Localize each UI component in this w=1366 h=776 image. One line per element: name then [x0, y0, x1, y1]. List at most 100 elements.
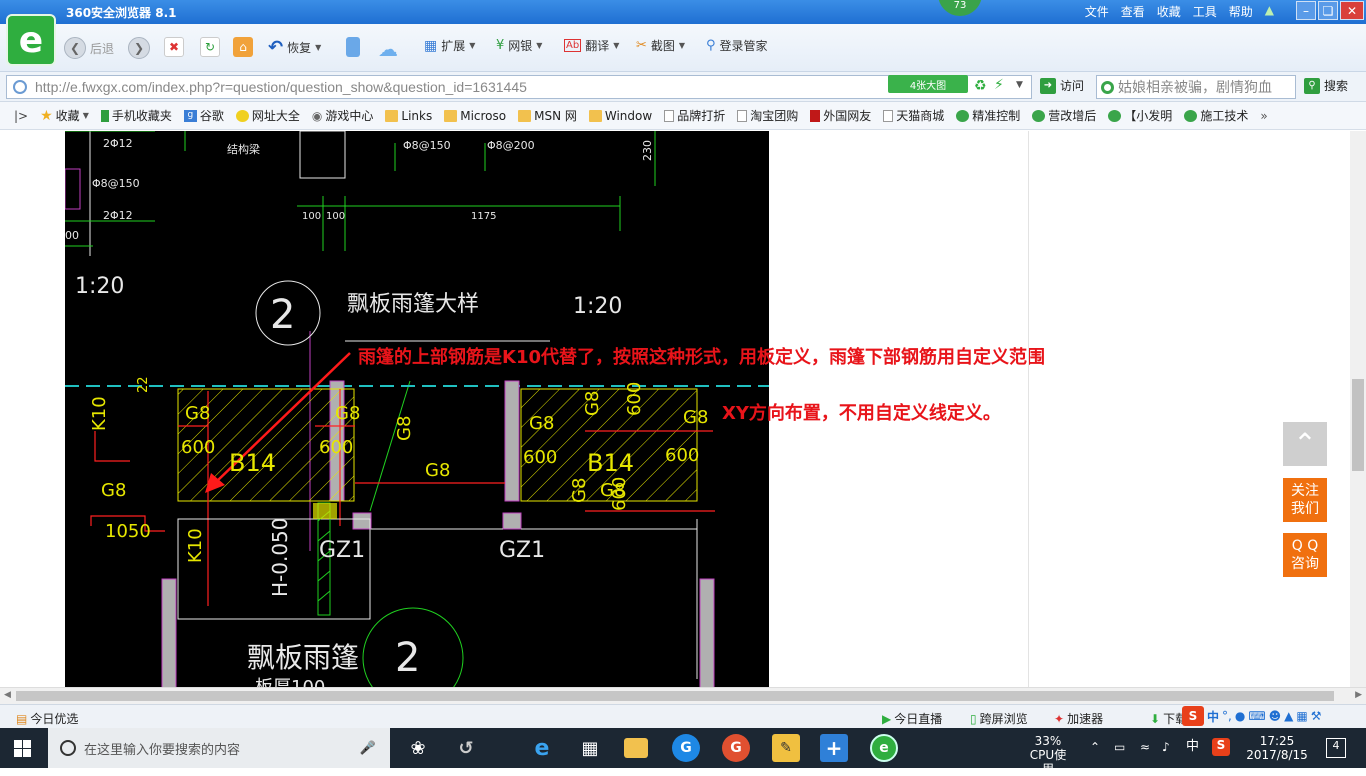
- screenshot-button[interactable]: ✂ 截图 ▼: [636, 37, 685, 54]
- notes-icon[interactable]: ✎: [772, 734, 800, 762]
- content-divider: [1028, 131, 1029, 687]
- forward-button[interactable]: ❯: [128, 37, 150, 59]
- bookmark-item[interactable]: g 谷歌: [183, 107, 224, 124]
- search-input[interactable]: 姑娘相亲被骗，剧情狗血: [1096, 75, 1296, 99]
- bookmark-item[interactable]: 品牌打折: [664, 107, 725, 124]
- windows-start-icon[interactable]: [14, 740, 31, 757]
- follow-us-button[interactable]: 关注 我们: [1283, 478, 1327, 522]
- ime-indicator[interactable]: 中: [1186, 740, 1199, 754]
- bookmark-item[interactable]: 网址大全: [235, 107, 300, 124]
- bookmark-item[interactable]: 天猫商城: [883, 107, 944, 124]
- bookmark-favorites[interactable]: ★ 收藏 ▼: [40, 107, 89, 124]
- qq-consult-button[interactable]: Q Q 咨询: [1283, 533, 1327, 577]
- ime-toolbar[interactable]: S 中 °, ● ⌨ ☻ ▲ ▦ ⚒: [1182, 706, 1322, 726]
- window-controls: – ❏ ✕: [1296, 1, 1364, 20]
- wrench-icon: ⚒: [1310, 709, 1322, 723]
- vertical-scroll-thumb[interactable]: [1352, 379, 1364, 471]
- menu-view[interactable]: 查看: [1121, 3, 1145, 20]
- big-image-button[interactable]: 4张大图: [888, 75, 968, 93]
- restore-button[interactable]: ❏: [1318, 1, 1338, 20]
- bookmark-item[interactable]: 手机收藏夹: [100, 107, 172, 124]
- explorer-icon[interactable]: [624, 738, 648, 758]
- clock[interactable]: 17:25 2017/8/15: [1246, 734, 1308, 762]
- keyboard-icon: ⌨: [1248, 709, 1266, 723]
- home-button[interactable]: ⌂: [233, 37, 253, 57]
- swirl-app-icon[interactable]: ↺: [452, 734, 480, 762]
- sogou-tray-icon[interactable]: S: [1212, 738, 1230, 756]
- page-content: 2Φ12 结构梁 Φ8@150 Φ8@200 230 Φ8@150 2Φ12 0…: [0, 131, 1350, 687]
- lightning-icon[interactable]: ⚡: [994, 77, 1004, 93]
- refresh-button[interactable]: ↻: [200, 37, 220, 57]
- stop-button[interactable]: ✖: [164, 37, 184, 57]
- scroll-right-icon[interactable]: ▶: [1355, 690, 1362, 700]
- taskbar-search[interactable]: 在这里输入你要搜索的内容 🎤: [48, 728, 390, 768]
- accelerator[interactable]: ✦ 加速器: [1054, 710, 1103, 727]
- bookmark-item[interactable]: Links: [385, 109, 432, 123]
- vertical-scrollbar[interactable]: [1350, 131, 1366, 687]
- sidebar-toggle-icon[interactable]: |>: [14, 109, 28, 123]
- search-button[interactable]: ⚲ 搜索: [1304, 77, 1348, 94]
- visit-button[interactable]: ➜ 访问: [1040, 77, 1084, 94]
- bookmark-item[interactable]: MSN 网: [518, 107, 577, 124]
- glodon-icon[interactable]: G: [672, 734, 700, 762]
- login-manager-button[interactable]: ⚲ 登录管家: [706, 37, 768, 54]
- globe-icon: [13, 80, 27, 94]
- menu-tools[interactable]: 工具: [1193, 3, 1217, 20]
- task-view-icon[interactable]: ❀: [404, 734, 432, 762]
- chevron-down-icon[interactable]: ▼: [1016, 80, 1023, 90]
- minimize-button[interactable]: –: [1296, 1, 1316, 20]
- horizontal-scroll-thumb[interactable]: [16, 691, 1334, 701]
- tray-chevron-up-icon[interactable]: ⌃: [1090, 740, 1100, 754]
- restore-tab-button[interactable]: ↶ 恢复 ▼: [268, 37, 321, 58]
- cad-label: 600: [523, 447, 557, 468]
- extend-button[interactable]: ▦ 扩展 ▼: [424, 37, 475, 54]
- translate-button[interactable]: Ab 翻译 ▼: [564, 37, 619, 54]
- cad-label: GZ1: [319, 538, 365, 563]
- cloud-button[interactable]: ☁: [378, 37, 398, 61]
- phone-button[interactable]: [346, 37, 360, 57]
- bookmark-item[interactable]: 外国网友: [810, 107, 871, 124]
- plus-app-icon[interactable]: +: [820, 734, 848, 762]
- phone-icon: [346, 37, 360, 57]
- bookmark-item[interactable]: 【小发明: [1108, 107, 1172, 124]
- glodon-alt-icon[interactable]: G: [722, 734, 750, 762]
- close-button[interactable]: ✕: [1340, 1, 1364, 20]
- cross-screen[interactable]: ▯ 跨屏浏览: [970, 710, 1028, 727]
- menu-favorites[interactable]: 收藏: [1157, 3, 1181, 20]
- volume-icon[interactable]: ♪: [1162, 740, 1170, 754]
- bookmark-item[interactable]: 精准控制: [956, 107, 1020, 124]
- netbank-button[interactable]: ¥ 网银 ▼: [496, 37, 542, 54]
- cad-label: G8: [394, 416, 415, 441]
- bookmark-item[interactable]: ◉ 游戏中心: [312, 107, 374, 124]
- store-icon[interactable]: ▦: [576, 734, 604, 762]
- cpu-label: CPU使用: [1029, 748, 1067, 776]
- today-live[interactable]: ▶ 今日直播: [882, 710, 942, 727]
- horizontal-scrollbar[interactable]: ◀ ▶: [0, 687, 1366, 704]
- bookmark-item[interactable]: Window: [588, 109, 652, 123]
- browser-logo[interactable]: e: [6, 14, 56, 66]
- url-input[interactable]: http://e.fwxgx.com/index.php?r=question/…: [6, 75, 1032, 99]
- back-to-top-button[interactable]: ⌃: [1283, 422, 1327, 466]
- edge-icon[interactable]: e: [528, 734, 556, 762]
- gamepad-icon: ◉: [311, 108, 323, 123]
- notification-center-icon[interactable]: 4: [1326, 738, 1346, 758]
- menu-file[interactable]: 文件: [1085, 3, 1109, 20]
- bookmark-item[interactable]: 淘宝团购: [737, 107, 798, 124]
- bookmark-item[interactable]: Microso: [444, 109, 506, 123]
- bookmark-item[interactable]: 施工技术: [1184, 107, 1248, 124]
- back-button[interactable]: ❮ 后退: [64, 37, 114, 59]
- recycle-icon[interactable]: ♻: [974, 78, 987, 94]
- bookmark-item[interactable]: 营改增后: [1032, 107, 1096, 124]
- browser-360-icon[interactable]: e: [870, 734, 898, 762]
- bookmarks-bar: |> ★ 收藏 ▼ 手机收藏夹 g 谷歌 网址大全 ◉ 游戏中心 Links Mic…: [0, 102, 1366, 130]
- cpu-usage[interactable]: 33% CPU使用: [1024, 734, 1072, 776]
- wifi-icon[interactable]: ≈: [1140, 740, 1150, 754]
- skin-icon[interactable]: ▲: [1265, 3, 1274, 20]
- menu-help[interactable]: 帮助: [1229, 3, 1253, 20]
- battery-icon[interactable]: ▭: [1114, 740, 1125, 754]
- bookmark-label: 网址大全: [251, 109, 300, 123]
- more-bookmarks-icon[interactable]: »: [1260, 109, 1267, 123]
- scroll-left-icon[interactable]: ◀: [4, 690, 11, 700]
- undo-icon: ↶: [268, 37, 284, 58]
- today-picks[interactable]: ▤ 今日优选: [16, 710, 78, 727]
